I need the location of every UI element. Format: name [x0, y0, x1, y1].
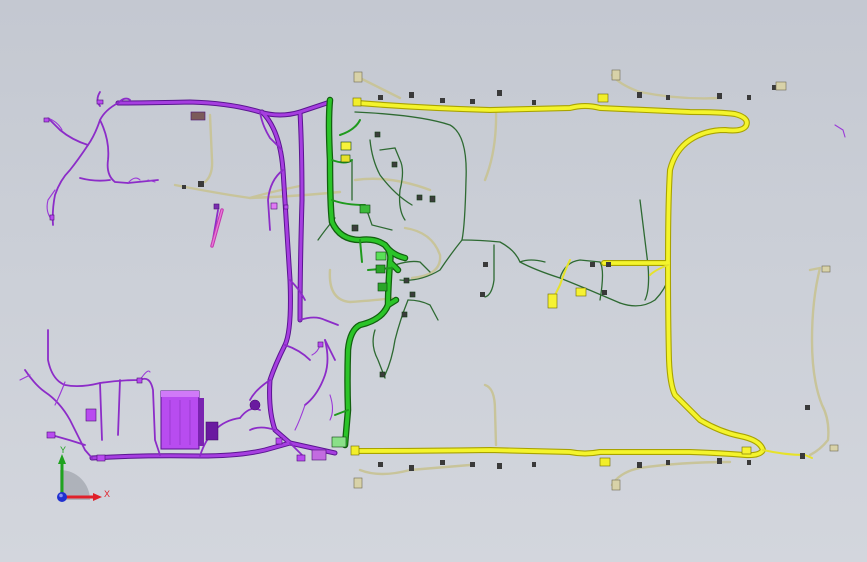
yellow-harness: [352, 100, 813, 459]
cad-viewport[interactable]: Y X: [0, 0, 867, 562]
x-axis-label: X: [104, 489, 110, 499]
harness-model[interactable]: Y X: [0, 0, 867, 562]
y-axis-label: Y: [60, 445, 66, 455]
purple-harness: [19, 91, 846, 461]
green-harness: [325, 96, 409, 449]
coordinate-triad: Y X: [57, 445, 110, 502]
tan-fittings: [353, 69, 839, 491]
purple-fuse-box: [160, 390, 219, 450]
